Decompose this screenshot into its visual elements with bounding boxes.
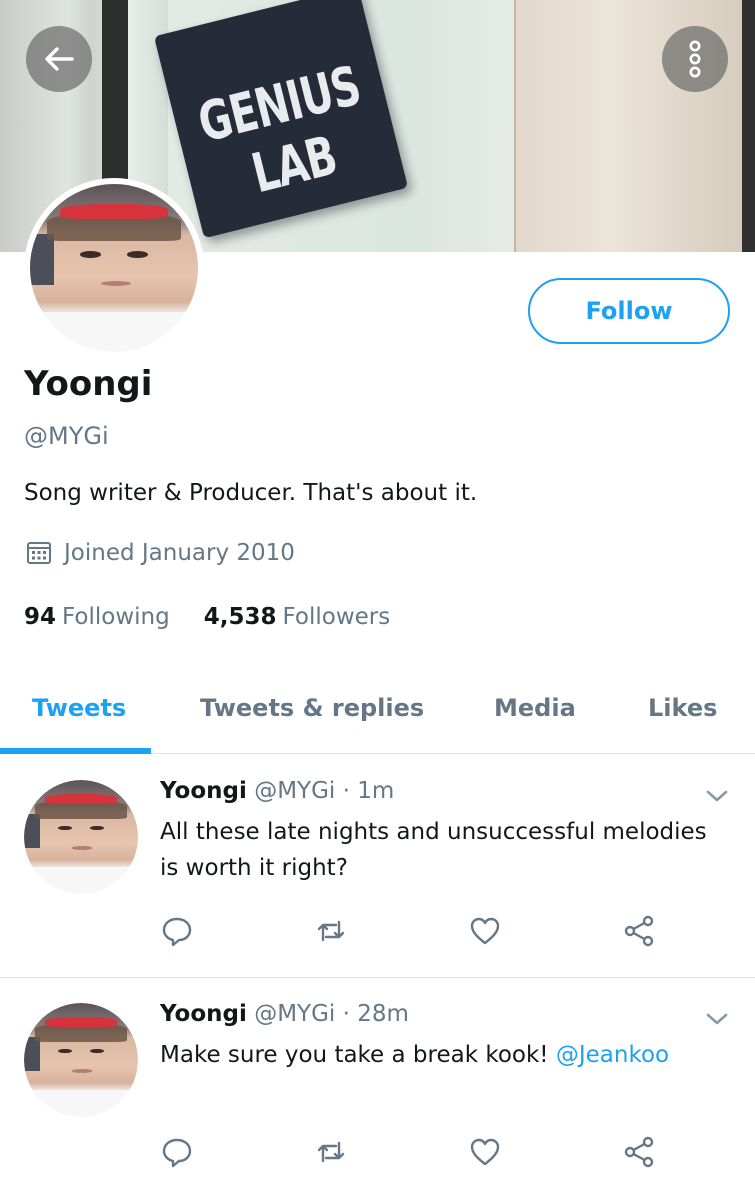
joined-date: Joined January 2010 bbox=[26, 540, 295, 566]
chevron-down-icon[interactable] bbox=[704, 786, 730, 806]
tab-tweets-replies[interactable]: Tweets & replies bbox=[200, 694, 424, 722]
tweet-body: All these late nights and unsuccessful m… bbox=[160, 819, 707, 881]
tweet-header: Yoongi @MYGi · 28m bbox=[160, 1001, 409, 1027]
tweet-author-name: Yoongi bbox=[160, 778, 247, 804]
tweet-item[interactable]: Yoongi @MYGi · 28m Make sure you take a … bbox=[0, 979, 755, 1200]
tweet-actions bbox=[160, 1135, 660, 1175]
follow-button[interactable]: Follow bbox=[528, 278, 730, 344]
tweet-avatar[interactable] bbox=[24, 780, 138, 894]
retweet-icon[interactable] bbox=[314, 1135, 348, 1169]
profile-handle: @MYGi bbox=[24, 422, 109, 450]
tab-media[interactable]: Media bbox=[494, 694, 576, 722]
banner-strip bbox=[742, 0, 755, 252]
profile-stats: 94 Following 4,538 Followers bbox=[24, 604, 390, 630]
joined-text: Joined January 2010 bbox=[64, 540, 295, 566]
avatar-image bbox=[24, 780, 138, 894]
avatar-image bbox=[24, 1003, 138, 1117]
sign-text: GENIUS LAB bbox=[192, 55, 367, 206]
tweet-item[interactable]: Yoongi @MYGi · 1m All these late nights … bbox=[0, 756, 755, 978]
profile-tabs: Tweets Tweets & replies Media Likes bbox=[0, 668, 755, 754]
share-icon[interactable] bbox=[622, 1135, 656, 1169]
profile-name: Yoongi bbox=[24, 364, 153, 404]
genius-lab-sign: GENIUS LAB bbox=[153, 0, 409, 239]
tweet-text: All these late nights and unsuccessful m… bbox=[160, 814, 720, 886]
back-button[interactable] bbox=[26, 26, 92, 92]
more-vertical-icon bbox=[689, 40, 701, 78]
tweet-author-name: Yoongi bbox=[160, 1001, 247, 1027]
tweet-meta: @MYGi · 1m bbox=[254, 778, 395, 804]
tweet-actions bbox=[160, 914, 660, 954]
calendar-icon bbox=[27, 542, 51, 564]
reply-icon[interactable] bbox=[160, 1135, 194, 1169]
heart-icon[interactable] bbox=[468, 1135, 502, 1169]
tab-likes[interactable]: Likes bbox=[648, 694, 717, 722]
chevron-down-icon[interactable] bbox=[704, 1009, 730, 1029]
tweet-text: Make sure you take a break kook! @Jeanko… bbox=[160, 1037, 720, 1073]
tab-tweets[interactable]: Tweets bbox=[32, 694, 126, 722]
share-icon[interactable] bbox=[622, 914, 656, 948]
retweet-icon[interactable] bbox=[314, 914, 348, 948]
tweet-meta: @MYGi · 28m bbox=[254, 1001, 409, 1027]
arrow-left-icon bbox=[45, 47, 74, 71]
followers-label: Followers bbox=[282, 604, 391, 630]
tweet-body: Make sure you take a break kook! bbox=[160, 1042, 549, 1068]
following-label: Following bbox=[62, 604, 170, 630]
more-options-button[interactable] bbox=[662, 26, 728, 92]
profile-avatar[interactable] bbox=[24, 178, 204, 358]
active-tab-indicator bbox=[0, 748, 151, 754]
following-count: 94 bbox=[24, 604, 57, 630]
reply-icon[interactable] bbox=[160, 914, 194, 948]
followers-count: 4,538 bbox=[203, 604, 277, 630]
avatar-image bbox=[30, 184, 198, 352]
heart-icon[interactable] bbox=[468, 914, 502, 948]
following-stat[interactable]: 94 Following bbox=[24, 604, 170, 630]
tweet-header: Yoongi @MYGi · 1m bbox=[160, 778, 394, 804]
profile-bio: Song writer & Producer. That's about it. bbox=[24, 480, 478, 506]
tweet-avatar[interactable] bbox=[24, 1003, 138, 1117]
mention-link[interactable]: @Jeankoo bbox=[556, 1042, 669, 1068]
followers-stat[interactable]: 4,538 Followers bbox=[204, 604, 391, 630]
